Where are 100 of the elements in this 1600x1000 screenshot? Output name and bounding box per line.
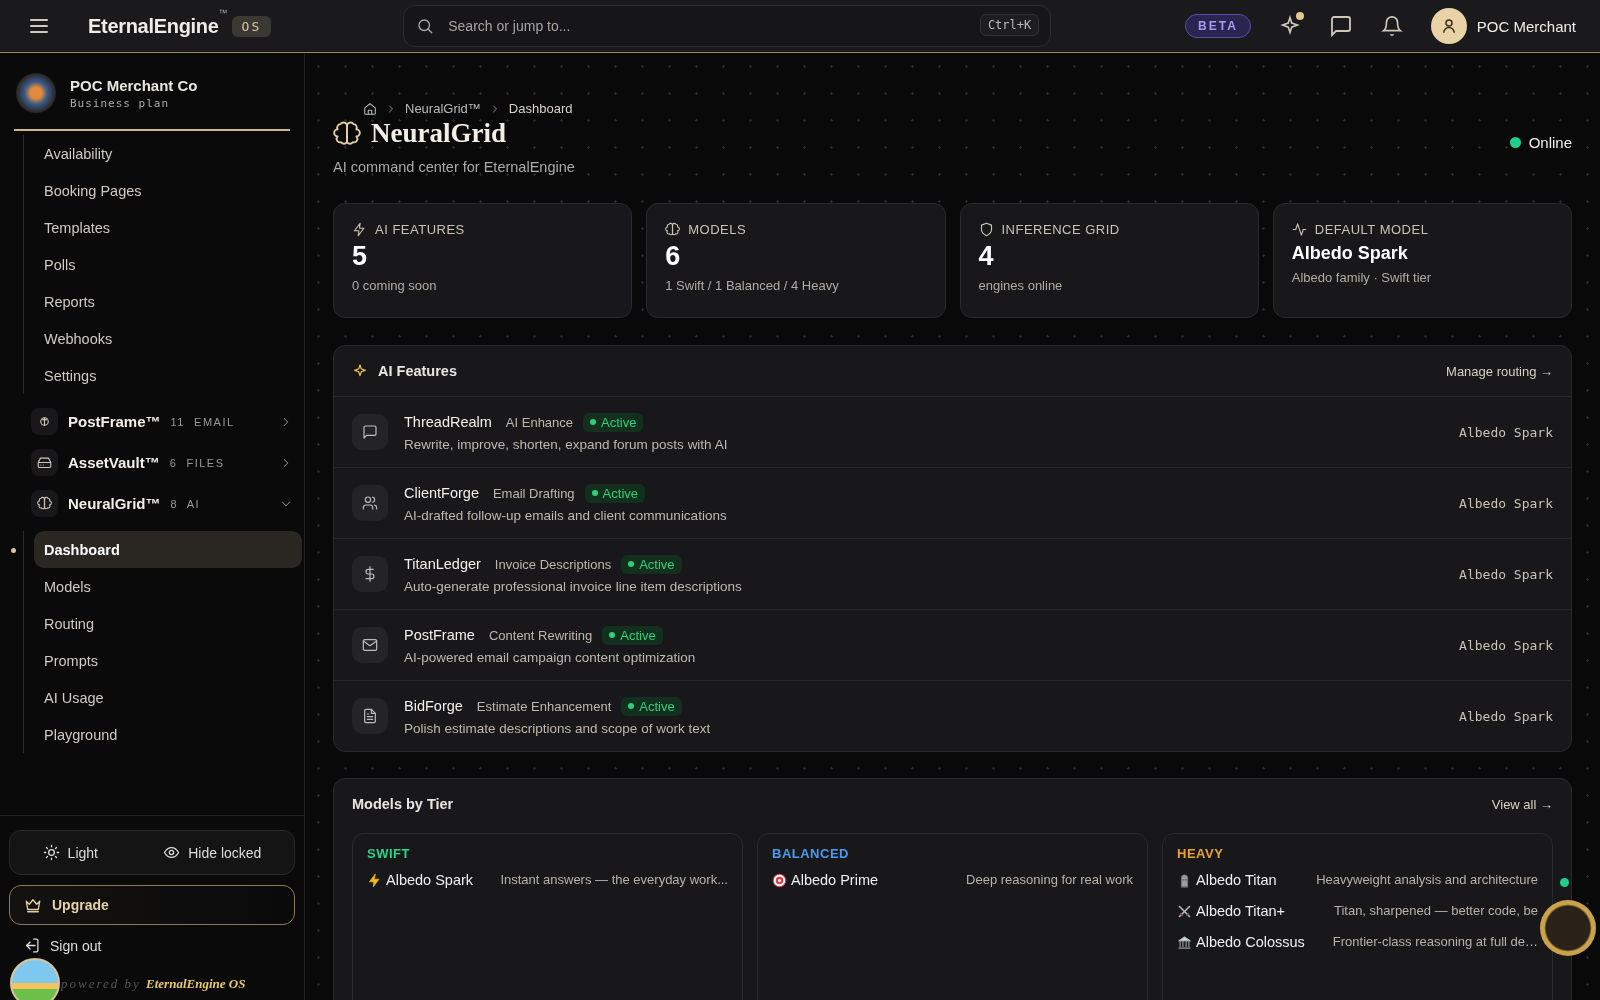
online-indicator (1560, 878, 1569, 887)
brand-logo[interactable]: EternalEngine (88, 14, 219, 38)
shortcut-hint: Ctrl+K (979, 14, 1040, 36)
status-badge: Active (621, 554, 682, 574)
stat-note: engines online (978, 278, 1064, 293)
feature-name: TitanLedger (404, 556, 481, 572)
plan-label: Business plan (70, 96, 171, 110)
drive-icon (37, 455, 52, 470)
os-badge: OS (231, 15, 272, 37)
product-group[interactable]: NeuralGrid™ 8 AI (31, 490, 293, 517)
feature-name: PostFrame (404, 627, 475, 643)
stat-note: 1 Swift / 1 Balanced / 4 Heavy (665, 278, 840, 293)
sidebar-item[interactable]: Playground (34, 716, 302, 753)
bell-icon[interactable] (1380, 15, 1403, 37)
bolt-icon (352, 222, 367, 237)
crossed-swords-icon (1177, 903, 1192, 919)
island-avatar[interactable] (10, 958, 60, 1000)
user-menu[interactable]: POC Merchant (1430, 8, 1576, 44)
sparkles-icon[interactable] (1278, 15, 1301, 37)
feature-name: BidForge (404, 698, 463, 714)
model-name: Albedo Spark (1459, 566, 1553, 582)
org-name: POC Merchant Co (70, 76, 198, 94)
page-subtitle: AI command center for EternalEngine (333, 159, 575, 175)
stat-value: 4 (978, 241, 995, 272)
breadcrumb-link[interactable]: NeuralGrid™ (405, 101, 481, 116)
stat-label: MODELS (688, 222, 747, 237)
feature-description: AI-powered email campaign content optimization (404, 649, 696, 665)
sidebar-item[interactable]: Prompts (34, 642, 302, 679)
model-name: Albedo Titan+ (1196, 901, 1286, 921)
trademark-mark: ™ (218, 8, 228, 18)
panel-title: Models by Tier (352, 796, 454, 812)
powered-by-text: powered by EternalEngine OS (61, 976, 247, 992)
tier-name: SWIFT (367, 846, 411, 861)
status-badge: Active (584, 483, 645, 503)
panel-title: AI Features (378, 363, 457, 379)
manage-routing-link[interactable]: Manage routing → (1446, 363, 1553, 379)
page-title: NeuralGrid (371, 118, 506, 149)
model-name: Albedo Spark (1459, 495, 1553, 511)
status-badge: Active (583, 412, 644, 432)
beta-badge: BETA (1185, 14, 1251, 38)
frame-icon (37, 414, 52, 429)
feature-category: Email Drafting (492, 485, 575, 501)
crown-icon (24, 896, 42, 914)
chat-icon[interactable] (1328, 14, 1353, 38)
eye-icon (163, 844, 181, 861)
feature-description: Auto-generate professional invoice line item descriptions (404, 578, 742, 594)
model-name: Albedo Colossus (1196, 932, 1305, 952)
stat-value: 6 (665, 241, 682, 272)
org-logo (16, 73, 56, 113)
sidebar-item[interactable]: Dashboard (34, 531, 302, 568)
hide-locked-toggle[interactable]: Hide locked (163, 844, 262, 861)
feature-description: AI-drafted follow-up emails and client communications (404, 507, 727, 523)
feature-description: Rewrite, improve, shorten, expand forum posts with AI (404, 436, 728, 452)
sidebar-item[interactable]: Models (34, 568, 302, 605)
model-name: Albedo Spark (1459, 708, 1553, 724)
model-description: Deep reasoning for real work (966, 872, 1133, 887)
search-icon (416, 17, 435, 35)
sidebar-item[interactable]: Reports (34, 283, 302, 320)
product-group[interactable]: AssetVault™ 6 FILES (31, 449, 293, 476)
tier-name: BALANCED (772, 846, 850, 861)
breadcrumb-link[interactable]: Dashboard (508, 101, 573, 116)
avatar-icon (1430, 8, 1467, 44)
tier-name: HEAVY (1177, 846, 1225, 861)
pulse-icon (1291, 222, 1307, 237)
sparkles-icon (352, 363, 368, 379)
status-badge: Active (602, 625, 663, 645)
feature-category: AI Enhance (505, 414, 574, 430)
sidebar-item[interactable]: Booking Pages (34, 172, 302, 209)
theme-toggle[interactable]: Light (42, 844, 98, 861)
feature-name: ThreadRealm (404, 414, 492, 430)
brain-icon (665, 222, 681, 237)
sidebar-item[interactable]: Webhooks (34, 320, 302, 357)
stat-label: INFERENCE GRID (1001, 222, 1120, 237)
sign-out-button[interactable]: Sign out (23, 937, 102, 954)
brain-icon (37, 496, 52, 511)
classical-building-icon (1177, 934, 1192, 950)
stat-label: DEFAULT MODEL (1314, 222, 1429, 237)
status-label: Online (1528, 133, 1572, 151)
feature-category: Invoice Descriptions (494, 556, 612, 572)
feature-category: Estimate Enhancement (476, 698, 612, 714)
brain-icon (333, 119, 361, 148)
upgrade-button[interactable]: Upgrade (9, 885, 295, 925)
sidebar-item[interactable]: AI Usage (34, 679, 302, 716)
stat-note: Albedo family · Swift tier (1291, 270, 1433, 285)
stat-value: Albedo Spark (1291, 243, 1409, 264)
sidebar-item[interactable]: Routing (34, 605, 302, 642)
model-name: Albedo Titan (1196, 871, 1277, 890)
model-description: Heavyweight analysis and architecture (1316, 872, 1538, 887)
model-name: Albedo Spark (386, 871, 474, 890)
sidebar-item[interactable]: Availability (34, 135, 302, 172)
feature-description: Polish estimate descriptions and scope of work text (404, 720, 711, 736)
target-icon (772, 873, 787, 888)
sidebar-item[interactable]: Templates (34, 209, 302, 246)
shield-icon (978, 222, 994, 237)
feature-category: Content Rewriting (488, 627, 593, 643)
sidebar-item[interactable]: Polls (34, 246, 302, 283)
product-group[interactable]: PostFrame™ 11 EMAIL (31, 408, 293, 435)
view-all-link[interactable]: View all → (1491, 796, 1553, 812)
model-description: Titan, sharpened — better code, be (1333, 902, 1538, 918)
sidebar-item[interactable]: Settings (34, 357, 302, 394)
